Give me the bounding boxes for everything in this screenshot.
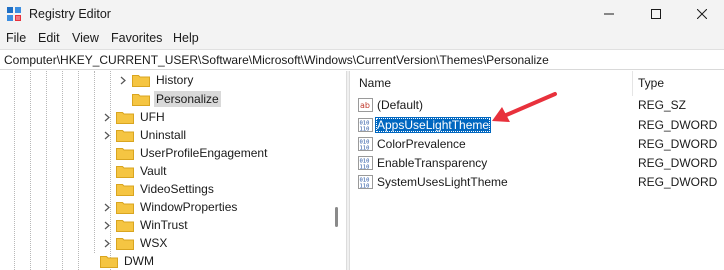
folder-icon xyxy=(116,165,134,178)
tree-item-label: Personalize xyxy=(154,91,221,107)
column-header-name[interactable]: Name xyxy=(359,76,391,90)
tree-item-uninstall[interactable]: Uninstall xyxy=(101,126,188,144)
value-row-colorprevalence[interactable]: 010 110 ColorPrevalence REG_DWORD xyxy=(356,135,718,153)
value-name: AppsUseLightTheme xyxy=(375,117,492,133)
annotation-arrow-icon xyxy=(492,92,557,122)
svg-text:110: 110 xyxy=(360,184,370,190)
tree-guide-line xyxy=(78,71,79,270)
dword-value-icon: 010 110 xyxy=(358,175,373,189)
title-bar[interactable]: Registry Editor xyxy=(0,0,724,28)
value-row-enabletransparency[interactable]: 010 110 EnableTransparency REG_DWORD xyxy=(356,154,718,172)
tree-item-wintrust[interactable]: WinTrust xyxy=(101,216,190,234)
tree-guide-line xyxy=(46,71,47,270)
menu-file[interactable]: File xyxy=(6,31,26,45)
chevron-right-icon[interactable] xyxy=(101,234,113,252)
tree-item-ufh[interactable]: UFH xyxy=(101,108,167,126)
tree-item-personalize[interactable]: Personalize xyxy=(117,90,221,108)
tree-item-wsx[interactable]: WSX xyxy=(101,234,169,252)
close-icon xyxy=(697,9,707,19)
tree-item-label: Uninstall xyxy=(140,128,187,142)
folder-icon xyxy=(132,74,150,87)
tree-item-label: History xyxy=(156,73,194,87)
menu-bar: File Edit View Favorites Help xyxy=(0,28,724,49)
chevron-right-icon[interactable] xyxy=(101,108,113,126)
value-type: REG_DWORD xyxy=(638,137,718,151)
key-tree-pane[interactable]: History Personalize UFH Uninstall UserPr… xyxy=(0,71,346,270)
value-row-systemuseslighttheme[interactable]: 010 110 SystemUsesLightTheme REG_DWORD xyxy=(356,173,718,191)
svg-text:110: 110 xyxy=(360,165,370,171)
menu-favorites[interactable]: Favorites xyxy=(111,31,162,45)
folder-icon xyxy=(116,237,134,250)
tree-item-vault[interactable]: Vault xyxy=(101,162,168,180)
folder-icon xyxy=(100,255,118,268)
value-type: REG_DWORD xyxy=(638,175,718,189)
chevron-right-icon[interactable] xyxy=(101,126,113,144)
folder-icon xyxy=(132,93,150,106)
maximize-button[interactable] xyxy=(633,0,679,28)
tree-item-label: UFH xyxy=(140,110,165,124)
chevron-right-icon[interactable] xyxy=(101,198,113,216)
registry-editor-window: Registry Editor File Edit View Favorites… xyxy=(0,0,724,270)
folder-icon xyxy=(116,183,134,196)
tree-item-userprofileengagement[interactable]: UserProfileEngagement xyxy=(101,144,269,162)
tree-guide-line xyxy=(62,71,63,270)
tree-item-label: VideoSettings xyxy=(140,182,214,196)
dword-value-icon: 010 110 xyxy=(358,156,373,170)
value-name: ColorPrevalence xyxy=(377,137,466,151)
address-path[interactable]: Computer\HKEY_CURRENT_USER\Software\Micr… xyxy=(4,53,549,67)
tree-item-label: UserProfileEngagement xyxy=(140,146,268,160)
chevron-right-icon[interactable] xyxy=(117,71,129,89)
menu-view[interactable]: View xyxy=(72,31,99,45)
menu-help[interactable]: Help xyxy=(173,31,199,45)
address-bar[interactable]: Computer\HKEY_CURRENT_USER\Software\Micr… xyxy=(0,49,724,70)
tree-guide-line xyxy=(94,71,95,253)
tree-item-label: DWM xyxy=(124,254,154,268)
dword-value-icon: 010 110 xyxy=(358,137,373,151)
minimize-icon xyxy=(604,13,614,15)
string-value-icon: ab xyxy=(358,98,373,112)
value-name: EnableTransparency xyxy=(377,156,488,170)
folder-icon xyxy=(116,129,134,142)
tree-guide-line xyxy=(30,71,31,270)
tree-item-windowproperties[interactable]: WindowProperties xyxy=(101,198,239,216)
tree-item-label: WindowProperties xyxy=(140,200,238,214)
tree-item-history[interactable]: History xyxy=(117,71,195,89)
folder-icon xyxy=(116,201,134,214)
maximize-icon xyxy=(651,9,661,19)
tree-item-videosettings[interactable]: VideoSettings xyxy=(101,180,216,198)
value-name: SystemUsesLightTheme xyxy=(377,175,508,189)
value-name: (Default) xyxy=(377,98,424,112)
column-header-type[interactable]: Type xyxy=(638,76,664,90)
tree-item-dwm[interactable]: DWM xyxy=(85,252,156,270)
tree-item-label: WSX xyxy=(140,236,168,250)
column-separator[interactable] xyxy=(632,71,633,96)
tree-item-label: Vault xyxy=(140,164,167,178)
minimize-button[interactable] xyxy=(586,0,632,28)
value-type: REG_SZ xyxy=(638,98,687,112)
window-title: Registry Editor xyxy=(29,7,111,21)
folder-icon xyxy=(116,147,134,160)
close-button[interactable] xyxy=(679,0,724,28)
svg-text:110: 110 xyxy=(360,146,370,152)
svg-text:ab: ab xyxy=(360,101,370,110)
dword-value-icon: 010 110 xyxy=(358,118,373,132)
tree-item-label: WinTrust xyxy=(140,218,188,232)
value-type: REG_DWORD xyxy=(638,118,718,132)
folder-icon xyxy=(116,219,134,232)
value-type: REG_DWORD xyxy=(638,156,718,170)
chevron-right-icon[interactable] xyxy=(101,216,113,234)
tree-scrollbar-thumb[interactable] xyxy=(335,207,338,227)
svg-text:110: 110 xyxy=(360,127,370,133)
menu-edit[interactable]: Edit xyxy=(38,31,60,45)
folder-icon xyxy=(116,111,134,124)
tree-guide-line xyxy=(14,71,15,270)
registry-editor-app-icon xyxy=(7,7,21,21)
